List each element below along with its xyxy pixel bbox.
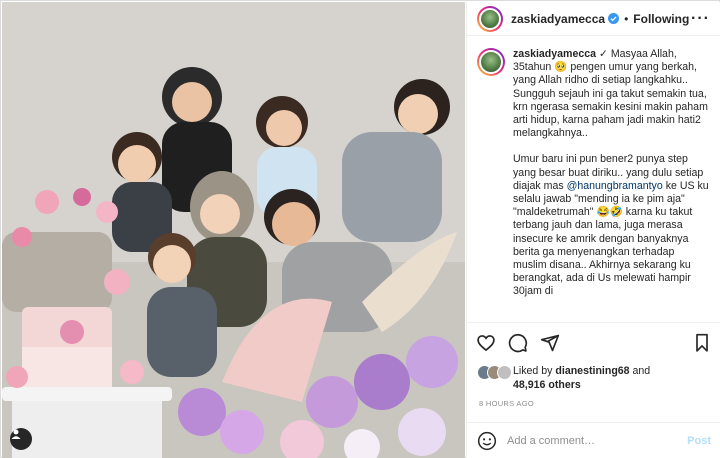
liked-by-prefix: Liked by <box>513 365 556 377</box>
liker-avatars[interactable] <box>477 365 512 392</box>
caption: zaskiadyamecca ✓ Masyaa Allah, 35tahun 🥺… <box>467 48 720 320</box>
likes-count[interactable]: 48,916 others <box>513 379 581 391</box>
caption-paragraph: Umur baru ini pun bener2 punya step yang… <box>513 153 709 298</box>
post-header: zaskiadyamecca • Following ··· <box>467 2 720 36</box>
post-comment-button[interactable]: Post <box>687 435 711 447</box>
caption-paragraph: zaskiadyamecca ✓ Masyaa Allah, 35tahun 🥺… <box>513 48 709 140</box>
heart-icon <box>477 334 495 351</box>
tagged-users-button[interactable] <box>10 428 32 450</box>
like-button[interactable] <box>475 332 497 354</box>
post-photo[interactable] <box>2 2 465 458</box>
following-button[interactable]: Following <box>633 12 689 26</box>
comment-button[interactable] <box>507 332 529 354</box>
likes-summary: Liked by dianestining68 and 48,916 other… <box>477 364 709 392</box>
post-side-panel: zaskiadyamecca • Following ··· zaskiadya… <box>466 2 720 458</box>
instagram-post-frame: zaskiadyamecca • Following ··· zaskiadya… <box>0 0 720 458</box>
caption-username[interactable]: zaskiadyamecca <box>513 48 596 60</box>
liked-by-and: and <box>629 365 651 377</box>
caption-text: ✓ Masyaa Allah, 35tahun 🥺 pengen umur ya… <box>513 48 711 140</box>
action-bar <box>467 322 720 362</box>
separator-dot: • <box>624 11 629 26</box>
send-icon <box>540 334 560 351</box>
share-button[interactable] <box>539 332 561 354</box>
comment-input[interactable]: Add a comment… <box>507 435 687 447</box>
post-time[interactable]: 8 HOURS AGO <box>479 399 534 408</box>
caption-text: ke US ku selalu jawab "mending ia ke pim… <box>513 179 712 298</box>
caption-author-avatar[interactable] <box>477 48 505 76</box>
family-photo-illustration <box>2 2 465 458</box>
more-options-icon[interactable]: ··· <box>691 10 710 28</box>
caption-body: zaskiadyamecca ✓ Masyaa Allah, 35tahun 🥺… <box>513 48 709 320</box>
bookmark-icon <box>696 333 708 352</box>
comment-icon <box>508 333 528 352</box>
liked-by-user[interactable]: dianestining68 <box>555 365 629 377</box>
save-button[interactable] <box>691 332 713 354</box>
emoji-icon[interactable] <box>477 431 497 451</box>
author-avatar[interactable] <box>477 5 503 32</box>
user-icon <box>11 429 21 439</box>
author-username[interactable]: zaskiadyamecca <box>511 12 605 26</box>
verified-badge-icon <box>608 13 620 24</box>
mention-link[interactable]: @hanungbramantyo <box>567 180 663 192</box>
comment-composer: Add a comment… Post <box>467 422 720 458</box>
